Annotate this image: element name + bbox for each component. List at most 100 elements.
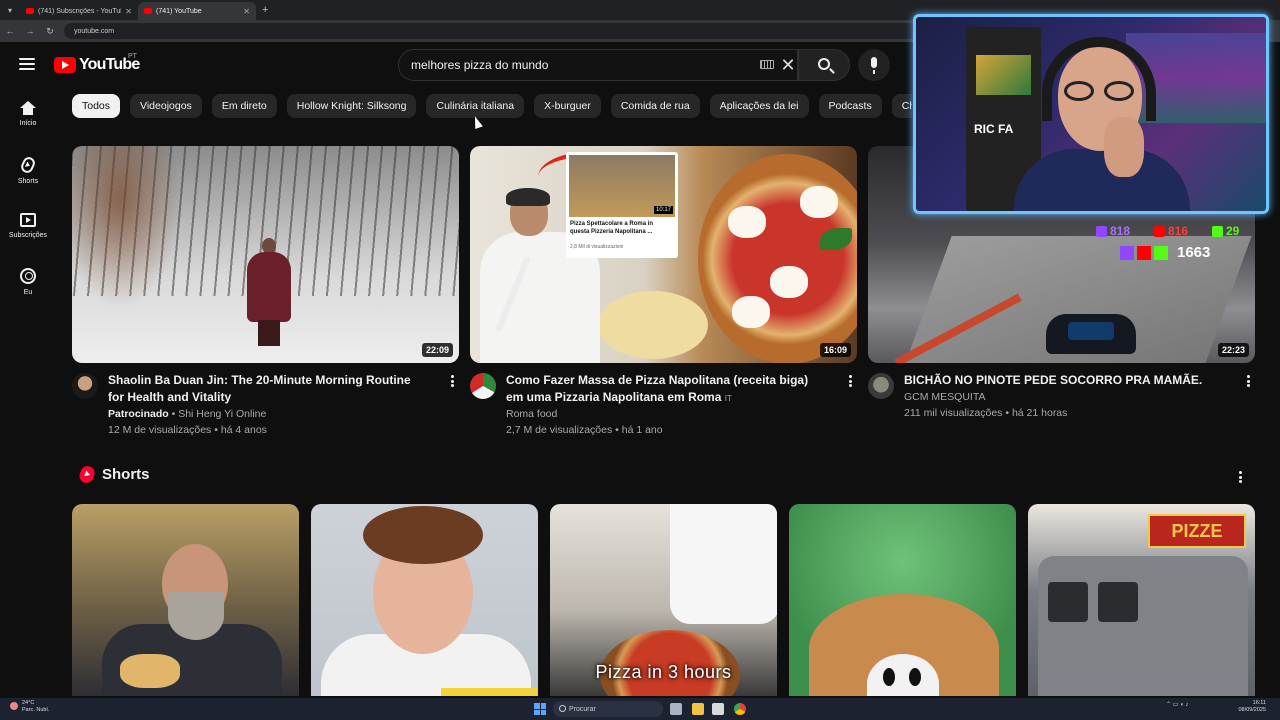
food-truck <box>1038 556 1248 696</box>
tab-title: (741) Subscrições - YouTube <box>38 7 122 15</box>
channel-avatar[interactable] <box>72 373 98 399</box>
youtube-icon <box>1137 245 1151 260</box>
video-title-text: Como Fazer Massa de Pizza Napolitana (re… <box>506 373 809 404</box>
store-icon[interactable] <box>712 703 724 715</box>
channel-avatar[interactable] <box>470 373 496 399</box>
search-box[interactable] <box>398 49 798 81</box>
twitch-counter: 818 <box>1096 224 1130 238</box>
guide-item-subscriptions[interactable]: Subscrições <box>0 213 56 239</box>
kick-icon <box>1212 225 1223 237</box>
inset-views: 2,8 Mil di visualizzazioni <box>570 244 624 250</box>
weather-icon <box>10 702 18 710</box>
youtube-icon <box>1154 225 1165 237</box>
chip-law-enforcement[interactable]: Aplicações da lei <box>709 94 809 118</box>
file-explorer-icon[interactable] <box>692 703 704 715</box>
inset-duration: 10:17 <box>653 206 673 214</box>
new-tab-button[interactable]: + <box>256 4 274 16</box>
short-card[interactable]: Pizza in 3 hours <box>550 504 777 696</box>
tab-title: (741) YouTube <box>156 7 202 15</box>
guide-item-home[interactable]: Início <box>0 101 56 127</box>
guide-label: Subscrições <box>8 232 48 239</box>
close-tab-icon[interactable]: ✕ <box>125 7 132 16</box>
chip-churras[interactable]: Churras <box>891 94 912 118</box>
guide-label: Shorts <box>17 178 39 185</box>
youtube-logo[interactable]: YouTube <box>54 56 140 74</box>
windows-start-icon[interactable] <box>534 703 546 715</box>
taskbar-search[interactable]: Procurar <box>553 701 663 717</box>
streamer-webcam-overlay: RIC FA <box>913 14 1269 214</box>
twitch-icon <box>1096 225 1107 237</box>
youtube-count: 816 <box>1168 224 1189 238</box>
weather-temp: 24°C <box>22 700 35 706</box>
guide-item-shorts[interactable]: Shorts <box>0 155 56 185</box>
search-input[interactable] <box>411 58 751 72</box>
chip-hollow-knight[interactable]: Hollow Knight: Silksong <box>286 94 417 118</box>
short-card[interactable] <box>789 504 1016 696</box>
home-icon <box>20 101 36 115</box>
youtube-favicon-icon <box>144 8 152 14</box>
channel-name[interactable]: Shi Heng Yi Online <box>178 408 266 420</box>
more-actions-icon[interactable] <box>843 374 857 388</box>
total-viewer-count: 1663 <box>1177 244 1211 261</box>
browser-tab-subscriptions[interactable]: (741) Subscrições - YouTube ✕ <box>20 2 138 20</box>
kick-count: 29 <box>1226 224 1240 238</box>
more-actions-icon[interactable] <box>445 374 459 388</box>
search-icon <box>818 58 830 70</box>
channel-avatar[interactable] <box>868 373 894 399</box>
close-tab-icon[interactable]: ✕ <box>243 7 250 16</box>
forward-icon[interactable]: → <box>24 26 36 36</box>
clear-search-icon[interactable]: ✕ <box>780 56 796 74</box>
total-viewers: 1663 <box>1120 244 1210 261</box>
address-bar[interactable]: youtube.com <box>64 23 944 39</box>
chip-street-food[interactable]: Comida de rua <box>610 94 700 118</box>
system-tray[interactable]: ⌃ ▭ ◖ ♪ <box>1166 701 1188 708</box>
chip-live[interactable]: Em direto <box>211 94 277 118</box>
guide-label: Eu <box>23 289 33 296</box>
reload-icon[interactable]: ↻ <box>44 26 56 37</box>
chip-podcasts[interactable]: Podcasts <box>818 94 882 118</box>
video-title[interactable]: Como Fazer Massa de Pizza Napolitana (re… <box>506 372 826 407</box>
shorts-logo-icon <box>77 464 97 485</box>
task-view-icon[interactable] <box>670 703 682 715</box>
youtube-counter: 816 <box>1154 224 1188 238</box>
search-button[interactable] <box>798 49 850 81</box>
you-icon <box>20 268 36 284</box>
short-card[interactable] <box>311 504 538 696</box>
back-icon[interactable]: ← <box>4 26 16 36</box>
browser-tab-home[interactable]: (741) YouTube ✕ <box>138 2 256 20</box>
short-overlay-text: Pizza in 3 hours <box>595 662 732 682</box>
taskbar-clock[interactable]: 16:11 08/09/2025 <box>1226 700 1266 714</box>
channel-name[interactable]: GCM MESQUITA <box>904 391 985 403</box>
video-title[interactable]: Shaolin Ba Duan Jin: The 20-Minute Morni… <box>108 372 428 406</box>
shorts-more-actions-icon[interactable] <box>1233 470 1247 484</box>
short-card[interactable] <box>72 504 299 696</box>
chrome-icon[interactable] <box>734 703 746 715</box>
video-card[interactable]: 10:17 Pizza Spettacolare a Roma in quest… <box>470 146 857 446</box>
tab-search-button[interactable]: ▾ <box>0 0 20 20</box>
filter-chips-bar: Todos Videojogos Em direto Hollow Knight… <box>72 94 912 120</box>
chip-all[interactable]: Todos <box>72 94 121 118</box>
video-card[interactable]: 22:09 Shaolin Ba Duan Jin: The 20-Minute… <box>72 146 459 446</box>
chip-x-burger[interactable]: X-burguer <box>534 94 601 118</box>
weather-widget[interactable]: 24°C Parc. Nubl. <box>22 700 49 714</box>
shorts-icon <box>19 155 37 175</box>
more-actions-icon[interactable] <box>1241 374 1255 388</box>
subscriptions-icon <box>20 213 36 227</box>
guide-item-you[interactable]: Eu <box>0 268 56 296</box>
channel-name[interactable]: Roma food <box>506 408 557 420</box>
microphone-icon <box>871 57 877 74</box>
chip-videogames[interactable]: Videojogos <box>130 94 202 118</box>
video-stats: 2,7 M de visualizações • há 1 ano <box>506 424 663 436</box>
short-card[interactable]: PIZZE <box>1028 504 1255 696</box>
chip-italian-cuisine[interactable]: Culinária italiana <box>426 94 525 118</box>
keyboard-icon[interactable] <box>760 60 774 69</box>
truck-sign: PIZZE <box>1148 514 1246 548</box>
video-thumbnail[interactable]: 10:17 Pizza Spettacolare a Roma in quest… <box>470 146 857 363</box>
menu-icon[interactable] <box>19 58 35 70</box>
video-channel-line: Patrocinado • Shi Heng Yi Online <box>108 408 267 420</box>
country-code: PT <box>128 53 137 60</box>
youtube-play-icon <box>54 57 76 73</box>
video-thumbnail[interactable]: 22:09 <box>72 146 459 363</box>
video-title[interactable]: BICHÃO NO PINOTE PEDE SOCORRO PRA MAMÃE. <box>904 372 1224 389</box>
voice-search-button[interactable] <box>858 49 890 81</box>
